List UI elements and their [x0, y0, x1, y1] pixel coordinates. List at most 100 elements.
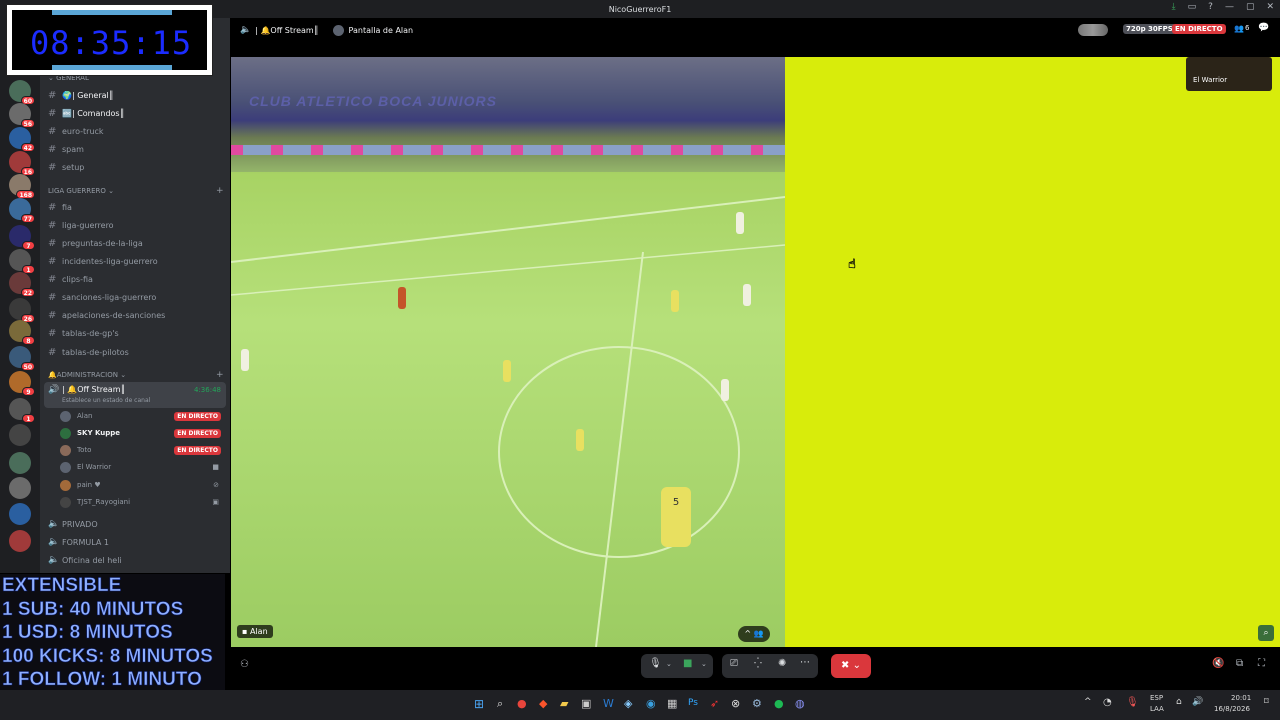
server-icon[interactable]: 60 — [9, 80, 35, 105]
close-button[interactable]: ✕ — [1266, 2, 1274, 12]
inbox-icon[interactable]: ▭ — [1188, 2, 1197, 12]
word-icon[interactable]: W — [603, 697, 614, 710]
server-icon[interactable]: 77 — [9, 198, 35, 223]
clock-date[interactable]: 16/8/2026 — [1214, 705, 1250, 713]
tray-icon[interactable]: ◔ — [1103, 697, 1112, 708]
server-icon[interactable]: 42 — [9, 127, 35, 152]
photoshop-icon[interactable]: Ps — [688, 698, 698, 708]
voice-channel-oficina[interactable]: 🔈 Oficina del heli — [48, 552, 224, 568]
language-indicator[interactable]: ESP — [1150, 694, 1163, 702]
voice-member-pain[interactable]: pain ♥ ⊘ — [60, 477, 223, 493]
volume-mute-icon[interactable]: 🔇 — [1212, 658, 1224, 669]
server-icon[interactable] — [9, 503, 31, 525]
microphone-button[interactable]: 🎙 — [649, 658, 662, 669]
volume-icon[interactable]: 🔊 — [1192, 697, 1203, 707]
channel-tablas-gp[interactable]: # tablas-de-gp's — [48, 325, 224, 341]
network-icon[interactable]: ⌂ — [1176, 697, 1182, 707]
channel-fia[interactable]: # fia — [48, 199, 224, 215]
viewer-avatars[interactable] — [1078, 24, 1108, 36]
add-channel-icon[interactable]: + — [216, 370, 224, 380]
server-icon[interactable] — [9, 477, 31, 499]
expand-up-icon[interactable]: ^ 👥 — [738, 626, 770, 642]
voice-channel-active[interactable]: 🔊 | 🔔Off Stream║ 4:36:48 Establece un es… — [44, 382, 226, 408]
maximize-button[interactable]: ▢ — [1246, 2, 1255, 12]
chat-icon[interactable]: 💬 — [1258, 23, 1269, 33]
voice-member-alan[interactable]: Alan EN DIRECTO — [60, 408, 223, 424]
server-icon[interactable]: 7 — [9, 225, 35, 250]
server-icon[interactable]: 9 — [9, 371, 35, 396]
notifications-icon[interactable]: ⌑ — [1264, 697, 1269, 707]
discord-icon[interactable]: ◍ — [795, 697, 805, 710]
channel-setup[interactable]: # setup — [48, 159, 224, 175]
help-icon[interactable]: ? — [1208, 2, 1213, 12]
start-icon[interactable]: ⊞ — [474, 697, 484, 711]
channel-liga-guerrero[interactable]: # liga-guerrero — [48, 217, 224, 233]
channel-spam[interactable]: # spam — [48, 141, 224, 157]
voice-channel-formula1[interactable]: 🔈 FORMULA 1 — [48, 534, 224, 550]
brave-icon[interactable]: ◆ — [539, 697, 547, 710]
channel-incidentes[interactable]: # incidentes-liga-guerrero — [48, 253, 224, 269]
server-icon[interactable]: 50 — [9, 346, 35, 371]
server-icon[interactable]: 22 — [9, 272, 35, 297]
server-icon[interactable] — [9, 530, 31, 552]
clock-time[interactable]: 20:01 — [1231, 694, 1251, 702]
header-channel-name[interactable]: | 🔔Off Stream║ — [255, 26, 318, 35]
voice-member-sky[interactable]: SKY Kuppe EN DIRECTO — [60, 425, 223, 441]
pip-tile[interactable]: El Warrior — [1186, 57, 1272, 91]
disconnect-button[interactable]: ✖ ⌄ — [831, 654, 871, 678]
calculator-icon[interactable]: ▦ — [667, 697, 677, 710]
search-icon[interactable]: ⌕ — [497, 697, 503, 711]
channel-sanciones[interactable]: # sanciones-liga-guerrero — [48, 289, 224, 305]
spotify-icon[interactable]: ● — [774, 697, 784, 710]
popout-icon[interactable]: ⧉ — [1236, 658, 1243, 669]
download-icon[interactable]: ⤓ — [1172, 2, 1176, 12]
server-icon[interactable]: 16 — [9, 151, 35, 176]
channel-euro-truck[interactable]: # euro-truck — [48, 123, 224, 139]
channel-general[interactable]: # 🌍| General║ — [48, 87, 224, 103]
voice-status-text[interactable]: Establece un estado de canal — [62, 397, 150, 404]
server-icon[interactable]: 1 — [9, 398, 35, 423]
app-icon[interactable]: ◈ — [624, 697, 632, 710]
server-icon[interactable]: 26 — [9, 298, 35, 323]
server-icon[interactable]: 8 — [9, 320, 35, 345]
server-icon[interactable]: 56 — [9, 103, 35, 128]
channel-comandos[interactable]: # 🔤| Comandos║ — [48, 105, 224, 121]
server-icon[interactable]: 168 — [9, 174, 35, 199]
server-icon[interactable] — [9, 424, 31, 446]
xbox-icon[interactable]: ⊗ — [731, 697, 740, 710]
app-icon[interactable]: ▣ — [581, 697, 591, 710]
voice-member-tjst[interactable]: TJST_Rayogiani ▣ — [60, 494, 223, 510]
channel-tablas-pilotos[interactable]: # tablas-de-pilotos — [48, 344, 224, 360]
screen-share-button[interactable]: ⎚ — [730, 658, 738, 669]
camera-button[interactable]: ■ — [683, 658, 692, 669]
activity-icon[interactable]: ⚇ — [240, 659, 249, 670]
chevron-up-icon[interactable]: ^ — [1084, 697, 1092, 707]
viewers-icon[interactable]: 👥 — [1234, 24, 1244, 33]
category-liga-guerrero[interactable]: LIGA GUERRERO ⌄ + — [48, 186, 224, 196]
chevron-down-icon[interactable]: ⌄ — [701, 660, 707, 668]
file-explorer-icon[interactable]: ▰ — [560, 697, 568, 710]
app-icon[interactable]: ➶ — [710, 697, 719, 710]
soundboard-button[interactable]: ✺ — [778, 658, 786, 669]
add-channel-icon[interactable]: + — [216, 186, 224, 196]
language-layout[interactable]: LAA — [1150, 705, 1164, 713]
more-options-button[interactable]: ⋯ — [800, 657, 810, 668]
channel-preguntas[interactable]: # preguntas-de-la-liga — [48, 235, 224, 251]
stream-video[interactable]: CLUB ATLETICO BOCA JUNIORS 5 ▪ Alan ^ 👥 — [231, 57, 785, 647]
microphone-tray-icon[interactable]: 🎙 — [1126, 697, 1139, 708]
activities-button[interactable]: ⁛ — [754, 658, 762, 669]
server-icon[interactable]: 1 — [9, 249, 35, 274]
voice-member-warrior[interactable]: El Warrior ■ — [60, 459, 223, 475]
chrome-icon[interactable]: ● — [517, 697, 527, 710]
voice-channel-privado[interactable]: 🔈 PRIVADO — [48, 516, 224, 532]
channel-clips-fia[interactable]: # clips-fia — [48, 271, 224, 287]
edge-icon[interactable]: ◉ — [646, 697, 656, 710]
steam-icon[interactable]: ⚙ — [752, 697, 762, 710]
zoom-icon[interactable]: ⌕ — [1258, 625, 1274, 641]
server-icon[interactable] — [9, 452, 31, 474]
voice-member-toto[interactable]: Toto EN DIRECTO — [60, 442, 223, 458]
stream-video-yellow[interactable]: El Warrior ☝ ⌕ — [785, 57, 1280, 647]
chevron-down-icon[interactable]: ⌄ — [666, 660, 672, 668]
channel-apelaciones[interactable]: # apelaciones-de-sanciones — [48, 307, 224, 323]
minimize-button[interactable]: — — [1225, 2, 1234, 12]
